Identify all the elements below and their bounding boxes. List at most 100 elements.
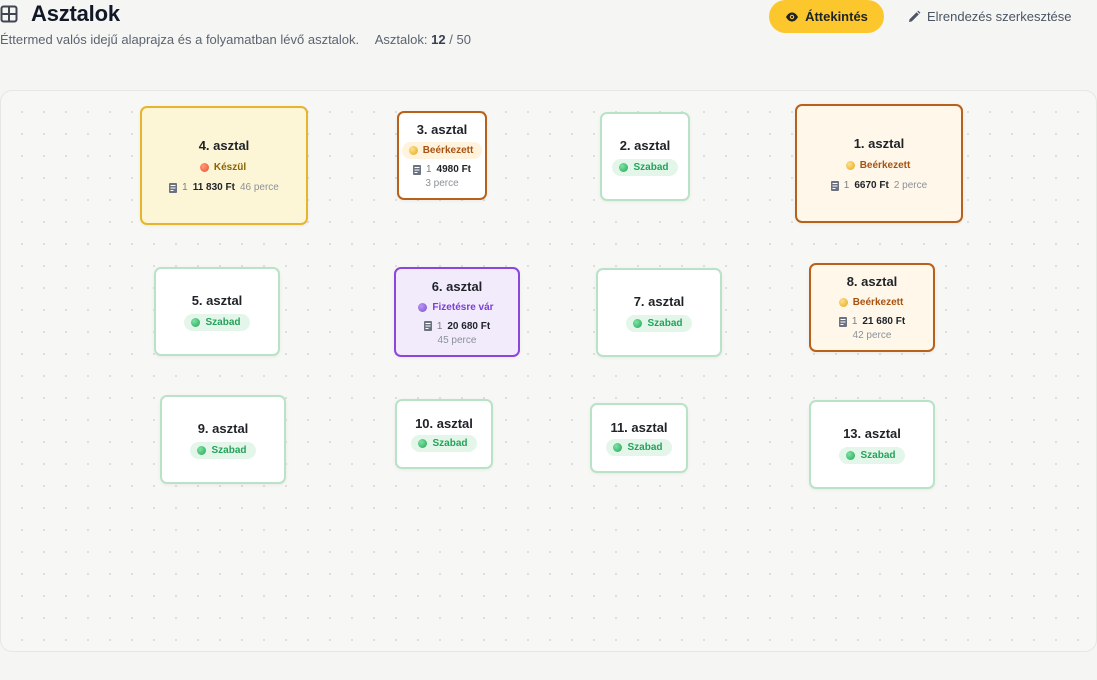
receipt-icon <box>423 321 432 331</box>
status-dot-icon <box>619 162 629 172</box>
status-badge: Beérkezett <box>401 142 483 159</box>
eye-icon <box>786 12 799 21</box>
status-badge: Szabad <box>190 441 256 459</box>
status-dot-icon <box>191 317 201 327</box>
receipt-icon <box>412 164 421 175</box>
table-name: 8. asztal <box>846 274 898 289</box>
receipt-icon <box>169 182 178 193</box>
status-badge: Szabad <box>626 314 692 332</box>
table-count-separator: / <box>449 32 453 47</box>
status-dot-icon <box>197 445 207 455</box>
table-card-2[interactable]: 2. asztal Szabad <box>600 112 690 201</box>
table-name: 9. asztal <box>197 420 249 436</box>
order-time: 3 perce <box>425 178 459 189</box>
table-name: 2. asztal <box>619 137 671 153</box>
overview-button-label: Áttekintés <box>805 9 868 24</box>
page-title: Asztalok <box>31 1 120 26</box>
status-label: Szabad <box>432 438 468 449</box>
status-badge: Szabad <box>606 439 672 456</box>
status-dot-icon <box>418 439 428 448</box>
grid-icon <box>0 5 18 23</box>
table-card-6[interactable]: 6. asztal Fizetésre vár 1 20 680 Ft 45 p… <box>394 267 520 357</box>
table-card-1[interactable]: 1. asztal Beérkezett 1 6670 Ft 2 perce <box>795 104 963 223</box>
order-info: 1 21 680 Ft <box>838 316 906 327</box>
edit-layout-button-label: Elrendezés szerkesztése <box>927 9 1072 24</box>
status-dot-icon <box>845 161 855 170</box>
table-count: Asztalok: 12 / 50 <box>375 32 471 47</box>
table-name: 11. asztal <box>610 420 668 435</box>
order-time: 45 perce <box>437 334 477 346</box>
status-badge: Fizetésre vár <box>411 299 502 316</box>
order-amount: 21 680 Ft <box>862 316 906 327</box>
order-amount: 20 680 Ft <box>447 320 491 332</box>
status-badge: Beérkezett <box>832 294 913 311</box>
status-label: Készül <box>213 162 247 173</box>
status-dot-icon <box>838 298 848 307</box>
status-dot-icon <box>633 318 643 328</box>
status-badge: Szabad <box>839 446 905 464</box>
table-count-total: 50 <box>456 32 471 47</box>
table-card-9[interactable]: 9. asztal Szabad <box>160 395 286 484</box>
order-time: 2 perce <box>893 180 928 191</box>
order-info: 1 11 830 Ft 46 perce <box>169 182 279 193</box>
table-name: 6. asztal <box>431 278 483 294</box>
order-time: 46 perce <box>239 182 279 193</box>
status-label: Szabad <box>633 161 669 173</box>
order-count: 1 <box>851 316 858 327</box>
order-time: 42 perce <box>852 330 892 341</box>
status-label: Szabad <box>205 316 241 328</box>
table-card-3[interactable]: 3. asztal Beérkezett 1 4980 Ft 3 perce <box>397 111 487 200</box>
order-info: 1 6670 Ft 2 perce <box>830 180 928 191</box>
status-label: Szabad <box>211 444 247 456</box>
table-count-label: Asztalok: <box>374 32 428 47</box>
table-name: 1. asztal <box>853 136 905 151</box>
table-name: 13. asztal <box>843 425 901 441</box>
receipt-icon <box>830 180 839 191</box>
table-name: 10. asztal <box>415 416 473 431</box>
table-card-5[interactable]: 5. asztal Szabad <box>154 267 280 356</box>
table-card-11[interactable]: 11. asztal Szabad <box>590 403 688 473</box>
status-label: Szabad <box>647 317 683 329</box>
status-badge: Szabad <box>612 158 678 176</box>
order-count: 1 <box>425 164 432 175</box>
status-label: Szabad <box>627 442 663 453</box>
page-subtitle: Éttermed valós idejű alaprajza és a foly… <box>0 32 471 47</box>
order-info: 1 20 680 Ft <box>423 320 491 332</box>
status-dot-icon <box>418 302 428 312</box>
floor-plan: 4. asztal Készül 1 11 830 Ft 46 perce 3.… <box>0 90 1097 652</box>
status-label: Beérkezett <box>422 145 474 156</box>
overview-button[interactable]: Áttekintés <box>769 0 884 33</box>
order-amount: 11 830 Ft <box>192 182 235 193</box>
status-badge: Szabad <box>411 435 477 452</box>
table-card-8[interactable]: 8. asztal Beérkezett 1 21 680 Ft 42 perc… <box>809 263 935 352</box>
status-dot-icon <box>408 146 418 155</box>
table-name: 7. asztal <box>633 293 685 309</box>
order-count: 1 <box>843 180 850 191</box>
status-badge: Beérkezett <box>839 157 920 174</box>
order-info: 1 4980 Ft <box>412 164 472 175</box>
status-badge: Készül <box>193 159 255 176</box>
table-name: 3. asztal <box>416 122 468 137</box>
table-name: 5. asztal <box>191 292 243 308</box>
status-label: Beérkezett <box>852 297 904 308</box>
status-badge: Szabad <box>184 313 250 331</box>
status-dot-icon <box>613 443 623 452</box>
status-label: Szabad <box>860 449 896 461</box>
order-count: 1 <box>436 320 443 332</box>
pencil-icon <box>909 10 921 22</box>
receipt-icon <box>838 316 847 327</box>
edit-layout-button[interactable]: Elrendezés szerkesztése <box>904 0 1097 33</box>
status-dot-icon <box>846 450 856 460</box>
status-label: Beérkezett <box>859 160 911 171</box>
table-card-13[interactable]: 13. asztal Szabad <box>809 400 935 489</box>
page-header: Asztalok Éttermed valós idejű alaprajza … <box>0 0 1097 60</box>
subtitle-text: Éttermed valós idejű alaprajza és a foly… <box>0 32 360 47</box>
table-card-7[interactable]: 7. asztal Szabad <box>596 268 722 357</box>
table-name: 4. asztal <box>198 138 250 153</box>
order-count: 1 <box>182 182 188 193</box>
status-label: Fizetésre vár <box>432 301 494 313</box>
order-amount: 4980 Ft <box>436 164 472 175</box>
table-count-active: 12 <box>431 32 446 47</box>
table-card-10[interactable]: 10. asztal Szabad <box>395 399 493 469</box>
table-card-4[interactable]: 4. asztal Készül 1 11 830 Ft 46 perce <box>140 106 308 225</box>
